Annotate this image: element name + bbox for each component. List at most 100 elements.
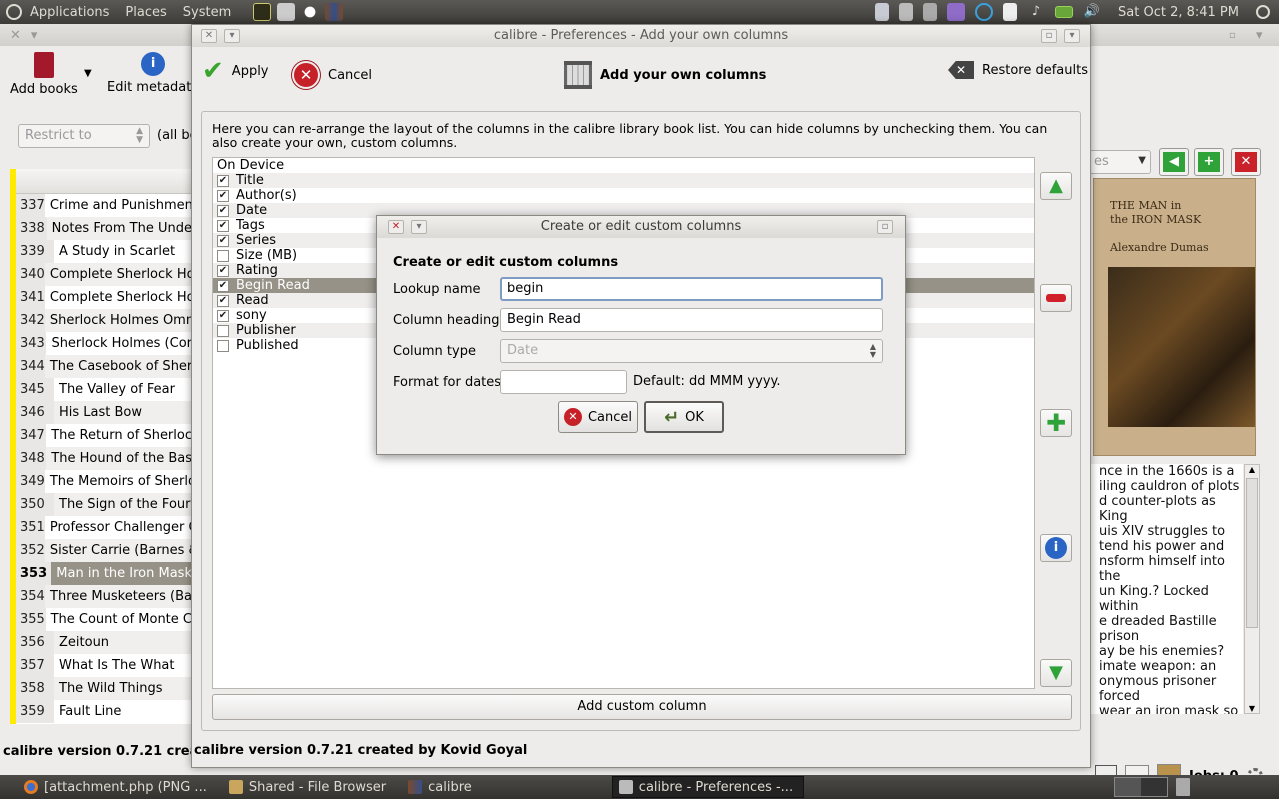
- column-list-item[interactable]: ✔ Title: [213, 173, 1034, 188]
- format-dates-input[interactable]: [500, 370, 627, 394]
- close-icon[interactable]: ✕: [201, 29, 217, 43]
- column-checkbox[interactable]: ✔: [217, 189, 229, 202]
- trash-icon[interactable]: [1176, 778, 1190, 796]
- column-list-item[interactable]: On Device: [213, 158, 1034, 173]
- book-row[interactable]: 338 Notes From The Unde: [16, 217, 192, 240]
- drive-icon[interactable]: [923, 3, 938, 21]
- book-row[interactable]: 337 Crime and Punishmen: [16, 194, 192, 217]
- mouse-icon[interactable]: [875, 3, 890, 21]
- column-checkbox[interactable]: [217, 324, 229, 337]
- add-custom-column-button[interactable]: Add custom column: [212, 694, 1072, 720]
- window-menu-icon[interactable]: ▾: [411, 220, 427, 234]
- description-scrollbar[interactable]: ▲ ▼: [1244, 464, 1260, 714]
- scroll-down-icon[interactable]: ▼: [1245, 704, 1259, 713]
- window-menu-right-icon[interactable]: ▾: [1256, 28, 1263, 43]
- book-row[interactable]: 342 Sherlock Holmes Omn: [16, 309, 192, 332]
- workspace-switcher[interactable]: [1114, 777, 1168, 797]
- close-icon[interactable]: ✕: [388, 220, 404, 234]
- edit-metadata-button[interactable]: i Edit metadata: [107, 52, 199, 95]
- battery-icon[interactable]: [1055, 6, 1074, 18]
- book-row[interactable]: 346 His Last Bow: [16, 401, 192, 424]
- add-column-button[interactable]: ✚: [1040, 409, 1072, 437]
- book-row[interactable]: 352 Sister Carrie (Barnes &: [16, 539, 192, 562]
- system-menu[interactable]: System: [175, 5, 239, 20]
- book-list[interactable]: 337 Crime and Punishmen 338 Notes From The …: [10, 169, 192, 724]
- book-row[interactable]: 350 The Sign of the Four: [16, 493, 192, 516]
- restrict-to-combo[interactable]: Restrict to ▲ ▼: [18, 124, 150, 148]
- column-list-item[interactable]: ✔ Author(s): [213, 188, 1034, 203]
- scroll-thumb[interactable]: [1246, 478, 1258, 628]
- book-row[interactable]: 340 Complete Sherlock Ho: [16, 263, 192, 286]
- scroll-up-icon[interactable]: ▲: [1245, 465, 1259, 474]
- column-checkbox[interactable]: ✔: [217, 264, 229, 277]
- column-checkbox[interactable]: ✔: [217, 309, 229, 322]
- column-type-select[interactable]: Date ▲ ▼: [500, 339, 883, 363]
- calibre-launcher-icon[interactable]: [325, 3, 344, 21]
- book-row[interactable]: 351 Professor Challenger C: [16, 516, 192, 539]
- book-row[interactable]: 353 Man in the Iron Mask: [16, 562, 192, 585]
- window-menu-icon[interactable]: ▾: [224, 29, 240, 43]
- restore-window-icon[interactable]: ▫: [1229, 30, 1236, 41]
- volume-icon[interactable]: 🔊: [1083, 3, 1101, 21]
- book-row[interactable]: 355 The Count of Monte C: [16, 608, 192, 631]
- music-note-icon[interactable]: ♪: [1027, 3, 1045, 21]
- column-heading-input[interactable]: Begin Read: [500, 308, 883, 332]
- device-icon[interactable]: [1003, 3, 1018, 21]
- dialog-ok-button[interactable]: ↵ OK: [644, 401, 724, 433]
- column-checkbox[interactable]: [217, 339, 229, 352]
- move-up-button[interactable]: ▲: [1040, 172, 1072, 200]
- window-menu-right-icon[interactable]: ▾: [1064, 29, 1080, 43]
- apply-button[interactable]: ✔ Apply: [202, 58, 269, 84]
- close-icon[interactable]: ✕: [10, 28, 21, 43]
- brightness-icon[interactable]: [301, 3, 320, 21]
- column-checkbox[interactable]: ✔: [217, 279, 229, 292]
- restore-defaults-button[interactable]: ✕ Restore defaults: [948, 61, 1088, 79]
- taskbar-preferences[interactable]: calibre - Preferences -...: [611, 776, 805, 798]
- clipboard-icon[interactable]: [899, 3, 914, 21]
- column-checkbox[interactable]: [217, 249, 229, 262]
- column-checkbox[interactable]: ✔: [217, 174, 229, 187]
- taskbar-firefox[interactable]: [attachment.php (PNG ...: [18, 776, 217, 798]
- book-row[interactable]: 347 The Return of Sherloc: [16, 424, 192, 447]
- settings-app-icon[interactable]: [947, 3, 966, 21]
- maximize-icon[interactable]: ▫: [1041, 29, 1057, 43]
- column-checkbox[interactable]: ✔: [217, 294, 229, 307]
- book-row[interactable]: 341 Complete Sherlock Ho: [16, 286, 192, 309]
- ubuntu-logo-icon[interactable]: [6, 4, 22, 20]
- book-row[interactable]: 359 Fault Line: [16, 700, 192, 723]
- book-row[interactable]: 354 Three Musketeers (Ba: [16, 585, 192, 608]
- book-row[interactable]: 348 The Hound of the Bas: [16, 447, 192, 470]
- clock[interactable]: Sat Oct 2, 8:41 PM: [1118, 5, 1239, 20]
- column-checkbox[interactable]: ✔: [217, 204, 229, 217]
- applications-menu[interactable]: Applications: [22, 5, 117, 20]
- power-icon[interactable]: [1256, 5, 1270, 19]
- maximize-icon[interactable]: ▫: [877, 220, 893, 234]
- column-checkbox[interactable]: ✔: [217, 234, 229, 247]
- book-row[interactable]: 356 Zeitoun: [16, 631, 192, 654]
- taskbar-file-browser[interactable]: Shared - File Browser: [223, 776, 396, 798]
- cancel-button[interactable]: ✕ Cancel: [292, 61, 372, 89]
- column-checkbox[interactable]: ✔: [217, 219, 229, 232]
- add-books-dropdown-icon[interactable]: ▼: [84, 68, 92, 79]
- move-down-button[interactable]: ▼: [1040, 659, 1072, 687]
- book-row[interactable]: 358 The Wild Things: [16, 677, 192, 700]
- book-row[interactable]: 343 Sherlock Holmes (Cor: [16, 332, 192, 355]
- dialog-cancel-button[interactable]: ✕ Cancel: [558, 401, 638, 433]
- system-monitor-icon[interactable]: [253, 3, 272, 21]
- network-rings-icon[interactable]: [975, 3, 994, 21]
- book-row[interactable]: 345 The Valley of Fear: [16, 378, 192, 401]
- book-row[interactable]: 349 The Memoirs of Sherlo: [16, 470, 192, 493]
- screenshot-icon[interactable]: [277, 3, 296, 21]
- remove-column-button[interactable]: [1040, 284, 1072, 312]
- taskbar-calibre[interactable]: calibre: [402, 776, 482, 798]
- add-books-button[interactable]: Add books: [10, 52, 78, 97]
- book-row[interactable]: 339 A Study in Scarlet: [16, 240, 192, 263]
- book-row[interactable]: 357 What Is The What: [16, 654, 192, 677]
- book-list-header: [16, 169, 192, 194]
- places-menu[interactable]: Places: [117, 5, 174, 20]
- edit-column-button[interactable]: i: [1040, 534, 1072, 562]
- window-menu-icon[interactable]: ▾: [31, 28, 38, 43]
- book-cover-image[interactable]: THE MAN in the IRON MASK Alexandre Dumas: [1093, 178, 1256, 456]
- lookup-name-input[interactable]: begin: [500, 277, 883, 301]
- book-row[interactable]: 344 The Casebook of Sher: [16, 355, 192, 378]
